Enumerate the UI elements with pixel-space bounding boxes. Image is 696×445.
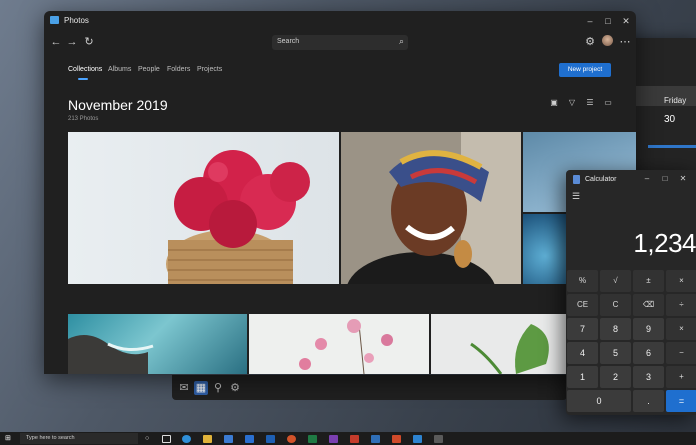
- plusminus-key[interactable]: ±: [633, 270, 664, 292]
- new-project-button[interactable]: New project: [559, 63, 611, 77]
- search-input[interactable]: Search ⌕: [272, 35, 408, 50]
- close-icon[interactable]: ✕: [676, 173, 690, 185]
- excel-icon[interactable]: [308, 435, 317, 443]
- flowers-basket-image: [166, 150, 310, 284]
- minimize-icon[interactable]: –: [582, 14, 598, 28]
- digit-5-key[interactable]: 5: [600, 342, 631, 364]
- portrait-image: [341, 132, 521, 284]
- window-title: Photos: [64, 16, 89, 25]
- app-icon-gray[interactable]: [434, 435, 443, 443]
- photo-count: 213 Photos: [68, 116, 99, 122]
- app-icon-red[interactable]: [392, 435, 401, 443]
- page-title: November 2019: [68, 97, 168, 113]
- slideshow-icon[interactable]: ▭: [603, 98, 613, 108]
- taskbar-search-placeholder: Type here to search: [26, 435, 75, 441]
- powerpoint-icon[interactable]: [350, 435, 359, 443]
- title-bar: Photos – □ ✕: [44, 11, 636, 31]
- teams-icon[interactable]: [371, 435, 380, 443]
- tab-folders[interactable]: Folders: [167, 66, 190, 73]
- clear-entry-key[interactable]: CE: [567, 294, 598, 316]
- more-icon[interactable]: ⋯: [617, 34, 633, 50]
- outlook-icon[interactable]: [413, 435, 422, 443]
- maximize-icon[interactable]: □: [658, 173, 672, 185]
- photo-tile-leaf[interactable]: [431, 314, 571, 374]
- digit-1-key[interactable]: 1: [567, 366, 598, 388]
- coast-image: [68, 335, 154, 374]
- divide-key[interactable]: ÷: [666, 294, 696, 316]
- windows-start-icon[interactable]: ⊞: [5, 435, 12, 442]
- list-view-icon[interactable]: ☰: [585, 98, 595, 108]
- minimize-icon[interactable]: –: [640, 173, 654, 185]
- active-tab-indicator: [78, 78, 88, 80]
- maximize-icon[interactable]: □: [600, 14, 616, 28]
- photo-tile-portrait[interactable]: [341, 132, 521, 284]
- search-icon[interactable]: ⌕: [399, 36, 404, 47]
- gear-icon[interactable]: ⚙: [582, 34, 598, 50]
- filter-icon[interactable]: ▽: [567, 98, 577, 108]
- digit-7-key[interactable]: 7: [567, 318, 598, 340]
- digit-0-key[interactable]: 0: [567, 390, 631, 412]
- app-bottom-nav: ✉ ▦ ⚲ ⚙: [172, 375, 567, 400]
- calendar-date[interactable]: 30: [664, 114, 675, 125]
- tab-people[interactable]: People: [138, 66, 160, 73]
- photo-tile-blossoms[interactable]: [249, 314, 429, 374]
- calendar-event-bar: [648, 145, 696, 148]
- multiply-key-top[interactable]: ×: [666, 270, 696, 292]
- office-icon[interactable]: [287, 435, 296, 443]
- taskbar: ⊞ Type here to search ○: [0, 432, 696, 445]
- calculator-display: 1,234: [633, 228, 696, 258]
- percent-key[interactable]: %: [567, 270, 598, 292]
- sqrt-key[interactable]: √: [600, 270, 631, 292]
- search-placeholder: Search: [277, 38, 300, 45]
- digit-4-key[interactable]: 4: [567, 342, 598, 364]
- forward-arrow-icon[interactable]: →: [64, 34, 80, 50]
- digit-2-key[interactable]: 2: [600, 366, 631, 388]
- taskbar-search-input[interactable]: Type here to search: [20, 433, 138, 444]
- gear-icon[interactable]: ⚙: [228, 381, 242, 395]
- menu-icon[interactable]: ☰: [572, 191, 580, 202]
- file-explorer-icon[interactable]: [203, 435, 212, 443]
- mail-icon[interactable]: ✉: [177, 381, 191, 395]
- leaf-image: [470, 324, 549, 374]
- decimal-key[interactable]: .: [633, 390, 664, 412]
- calendar-icon[interactable]: ▦: [194, 381, 208, 395]
- edge-icon[interactable]: [182, 435, 191, 443]
- avatar[interactable]: [602, 35, 613, 46]
- task-view-icon[interactable]: [162, 435, 171, 443]
- digit-6-key[interactable]: 6: [633, 342, 664, 364]
- word-icon[interactable]: [266, 435, 275, 443]
- nav-bar: ← → ↻ Search ⌕ ⚙ ⋯: [44, 31, 636, 55]
- select-icon[interactable]: ▣: [549, 98, 559, 108]
- digit-9-key[interactable]: 9: [633, 318, 664, 340]
- photos-window: Photos – □ ✕ ← → ↻ Search ⌕ ⚙ ⋯ Collecti…: [44, 11, 636, 374]
- tab-collections[interactable]: Collections: [68, 66, 102, 73]
- calculator-title: Calculator: [585, 176, 617, 183]
- mail-app-icon[interactable]: [245, 435, 254, 443]
- back-arrow-icon[interactable]: ←: [48, 34, 64, 50]
- photo-tile-dandelion[interactable]: [523, 214, 568, 284]
- tab-albums[interactable]: Albums: [108, 66, 131, 73]
- digit-8-key[interactable]: 8: [600, 318, 631, 340]
- calculator-app-icon: [573, 175, 580, 184]
- backspace-key[interactable]: ⌫: [633, 294, 664, 316]
- photo-tile-coast[interactable]: [68, 314, 247, 374]
- add-key[interactable]: +: [666, 366, 696, 388]
- onenote-icon[interactable]: [329, 435, 338, 443]
- blossoms-image: [299, 319, 393, 374]
- calculator-window: Calculator – □ ✕ ☰ 1,234 % √ ± × CE C ⌫ …: [566, 170, 696, 415]
- store-icon[interactable]: [224, 435, 233, 443]
- multiply-key[interactable]: ×: [666, 318, 696, 340]
- clear-key[interactable]: C: [600, 294, 631, 316]
- refresh-icon[interactable]: ↻: [81, 34, 97, 50]
- people-icon[interactable]: ⚲: [211, 381, 225, 395]
- subtract-key[interactable]: −: [666, 342, 696, 364]
- close-icon[interactable]: ✕: [618, 14, 634, 28]
- cortana-icon[interactable]: ○: [145, 435, 154, 443]
- calendar-day-label: Friday: [664, 96, 687, 105]
- photos-app-icon: [50, 16, 59, 24]
- digit-3-key[interactable]: 3: [633, 366, 664, 388]
- photo-tile-flowers[interactable]: [68, 132, 339, 284]
- equals-key[interactable]: =: [666, 390, 696, 412]
- tab-projects[interactable]: Projects: [197, 66, 222, 73]
